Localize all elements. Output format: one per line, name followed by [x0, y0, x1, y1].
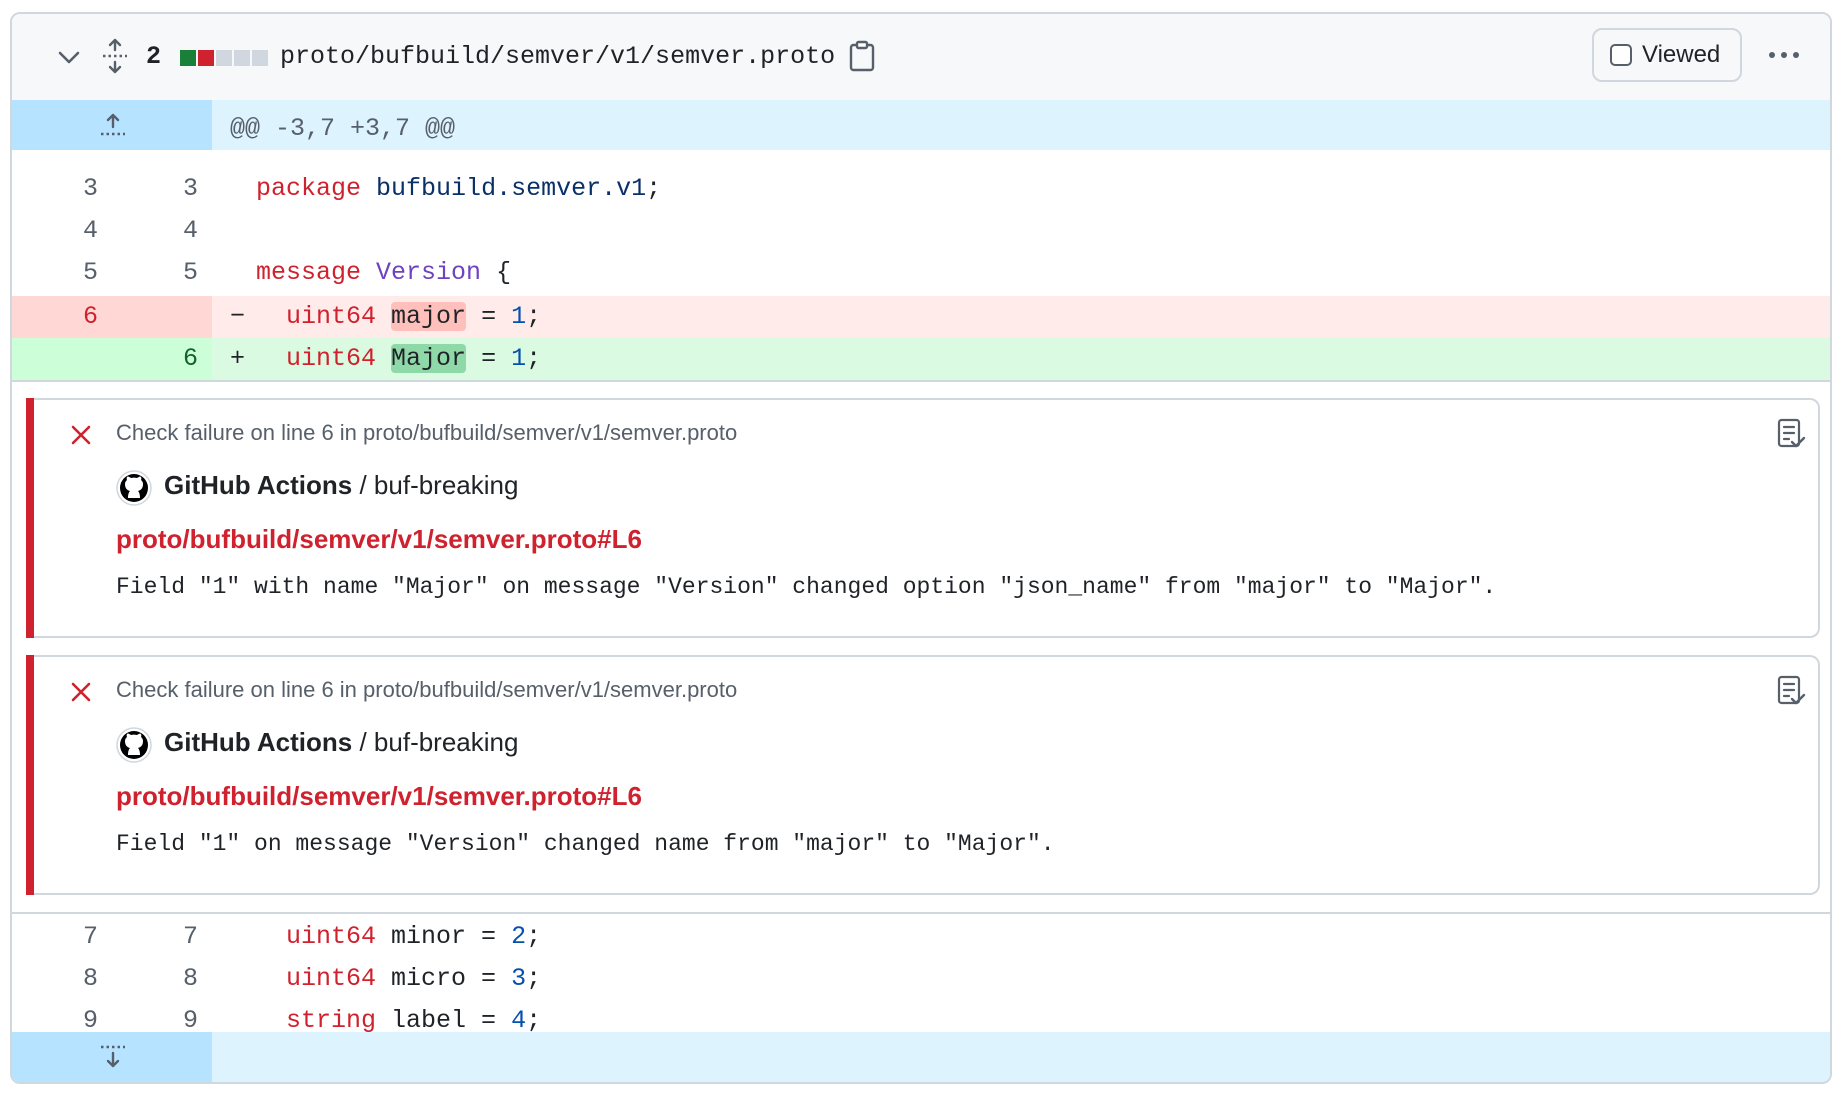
deleted-sign: −	[230, 302, 246, 331]
hunk-header-row: @@ -3,7 +3,7 @@	[12, 100, 1830, 150]
old-line-number[interactable]: 7	[18, 922, 98, 951]
code-line: uint64 major = 1;	[286, 302, 542, 331]
failure-bar	[26, 398, 34, 638]
diff-line: 4 4	[12, 216, 1830, 252]
annotation-link[interactable]: proto/bufbuild/semver/v1/semver.proto#L6	[116, 781, 642, 812]
kebab-icon[interactable]	[1764, 40, 1804, 70]
check-annotation: Check failure on line 6 in proto/bufbuil…	[26, 398, 1820, 638]
old-line-number[interactable]: 6	[18, 302, 98, 331]
new-line-number[interactable]: 9	[118, 1006, 198, 1035]
diff-line: 8 8 uint64 micro = 3;	[12, 964, 1830, 1000]
expand-up-icon[interactable]	[98, 112, 128, 138]
expand-up-gutter[interactable]	[12, 100, 212, 150]
code-line: package bufbuild.semver.v1;	[256, 174, 662, 203]
annotation-message: Field "1" with name "Major" on message "…	[116, 574, 1497, 600]
code-line: string label = 4;	[286, 1006, 542, 1035]
chevron-down-icon[interactable]	[56, 44, 82, 70]
viewed-checkbox[interactable]	[1610, 44, 1632, 66]
added-line: 6 + uint64 Major = 1;	[12, 338, 1830, 380]
github-avatar-icon	[116, 727, 152, 763]
annotation-link[interactable]: proto/bufbuild/semver/v1/semver.proto#L6	[116, 524, 642, 555]
diffstat	[180, 50, 268, 66]
diffstat-block	[234, 50, 250, 66]
old-line-number[interactable]: 3	[18, 174, 98, 203]
diffstat-block	[216, 50, 232, 66]
expand-down-icon[interactable]	[98, 1044, 128, 1070]
diffstat-block	[198, 50, 214, 66]
added-sign: +	[230, 344, 246, 373]
x-icon	[71, 682, 91, 702]
checklist-icon[interactable]	[1776, 675, 1806, 707]
code-line: message Version {	[256, 258, 512, 287]
file-header: 2 proto/bufbuild/semver/v1/semver.proto …	[12, 14, 1830, 102]
diff-file: 2 proto/bufbuild/semver/v1/semver.proto …	[10, 12, 1832, 1084]
unfold-icon[interactable]	[100, 38, 130, 74]
annotations-area: Check failure on line 6 in proto/bufbuil…	[12, 380, 1830, 914]
code-line: uint64 Major = 1;	[286, 344, 542, 373]
diff-line: 5 5 message Version {	[12, 258, 1830, 294]
expand-down-row	[12, 1032, 1830, 1082]
annotation-message: Field "1" on message "Version" changed n…	[116, 831, 1055, 857]
check-annotation: Check failure on line 6 in proto/bufbuil…	[26, 655, 1820, 895]
failure-bar	[26, 655, 34, 895]
old-line-number[interactable]: 5	[18, 258, 98, 287]
new-line-number[interactable]: 3	[118, 174, 198, 203]
checklist-icon[interactable]	[1776, 418, 1806, 450]
diffstat-block	[180, 50, 196, 66]
viewed-label: Viewed	[1642, 41, 1721, 68]
new-line-number[interactable]: 8	[118, 964, 198, 993]
hunk-header: @@ -3,7 +3,7 @@	[230, 114, 456, 143]
code-line: uint64 minor = 2;	[286, 922, 542, 951]
annotation-app: GitHub Actions / buf-breaking	[164, 470, 519, 500]
new-line-number[interactable]: 7	[118, 922, 198, 951]
old-line-number[interactable]: 4	[18, 216, 98, 245]
github-avatar-icon	[116, 470, 152, 506]
new-line-number[interactable]: 4	[118, 216, 198, 245]
viewed-toggle[interactable]: Viewed	[1592, 28, 1742, 82]
annotation-title: Check failure on line 6 in proto/bufbuil…	[116, 677, 738, 702]
diff-line: 7 7 uint64 minor = 2;	[12, 922, 1830, 958]
annotation-app: GitHub Actions / buf-breaking	[164, 727, 519, 757]
deleted-line: 6 − uint64 major = 1;	[12, 296, 1830, 338]
diff-line: 3 3 package bufbuild.semver.v1;	[12, 174, 1830, 210]
new-line-number[interactable]: 5	[118, 258, 198, 287]
new-line-number[interactable]: 6	[118, 344, 198, 373]
file-path-link[interactable]: proto/bufbuild/semver/v1/semver.proto	[280, 42, 835, 71]
expand-down-gutter[interactable]	[12, 1032, 212, 1082]
old-line-number[interactable]: 9	[18, 1006, 98, 1035]
annotation-title: Check failure on line 6 in proto/bufbuil…	[116, 420, 738, 445]
diffstat-block	[252, 50, 268, 66]
code-line: uint64 micro = 3;	[286, 964, 542, 993]
changes-count: 2	[146, 42, 162, 71]
x-icon	[71, 425, 91, 445]
copy-icon[interactable]	[848, 40, 876, 72]
old-line-number[interactable]: 8	[18, 964, 98, 993]
